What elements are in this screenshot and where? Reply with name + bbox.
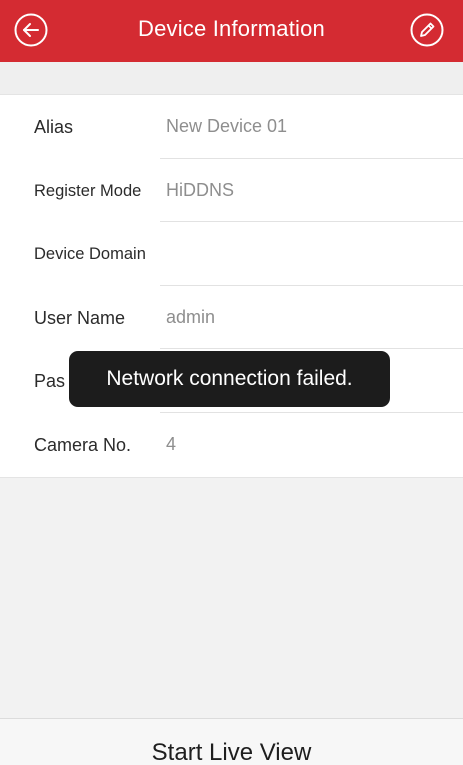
device-information-screen: Device Information Alias New Device 01 R… bbox=[0, 0, 463, 765]
field-label: Device Domain bbox=[34, 245, 146, 263]
field-row-device-domain[interactable]: Device Domain bbox=[0, 222, 463, 286]
header-spacer bbox=[0, 62, 463, 94]
field-value: admin bbox=[166, 306, 216, 327]
field-value: 4 bbox=[166, 433, 177, 454]
page-title: Device Information bbox=[137, 16, 325, 41]
start-live-view-button[interactable]: Start Live View bbox=[0, 739, 463, 765]
field-label: Pas bbox=[34, 371, 66, 391]
field-value: New Device 01 bbox=[166, 116, 288, 136]
pencil-edit-icon bbox=[410, 13, 444, 47]
header-bar: Device Information bbox=[0, 0, 463, 62]
field-label: Alias bbox=[34, 117, 74, 137]
device-info-list: Alias New Device 01 Register Mode HiDDNS… bbox=[0, 94, 463, 478]
field-value: HiDDNS bbox=[166, 179, 235, 200]
error-toast: Network connection failed. bbox=[69, 351, 390, 407]
field-label: Camera No. bbox=[34, 434, 132, 455]
field-label: Register Mode bbox=[34, 181, 142, 200]
field-label: User Name bbox=[34, 307, 126, 328]
field-row-register-mode[interactable]: Register Mode HiDDNS bbox=[0, 159, 463, 222]
field-row-camera-no[interactable]: Camera No. 4 bbox=[0, 413, 463, 477]
bottom-action-bar: Start Live View bbox=[0, 718, 463, 765]
field-row-alias[interactable]: Alias New Device 01 bbox=[0, 95, 463, 159]
edit-button[interactable] bbox=[409, 12, 445, 48]
field-row-user-name[interactable]: User Name admin bbox=[0, 286, 463, 349]
